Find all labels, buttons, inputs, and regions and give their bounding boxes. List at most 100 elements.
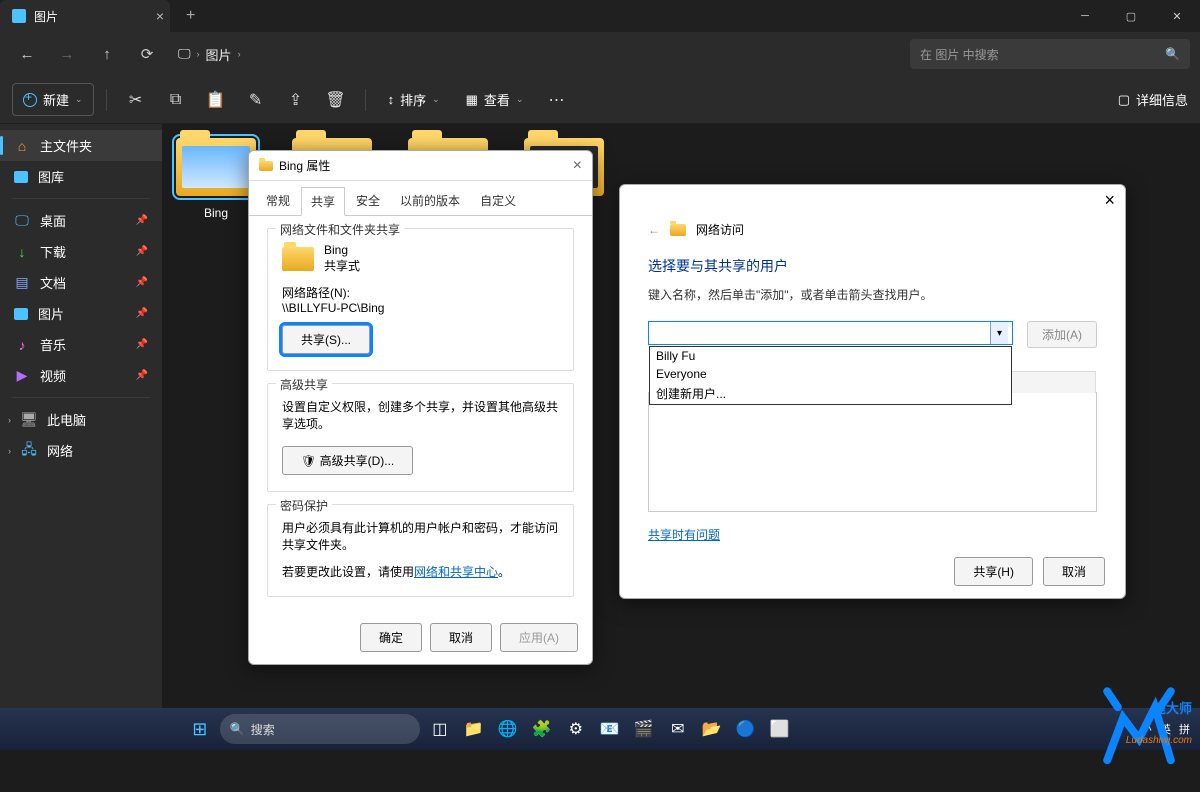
user-listbox[interactable]	[648, 392, 1097, 512]
cancel-button[interactable]: 取消	[430, 623, 492, 652]
taskbar-app[interactable]: ✉	[664, 715, 692, 743]
sidebar-label: 网络	[47, 441, 73, 460]
tab-customize[interactable]: 自定义	[471, 187, 525, 215]
sidebar-item-desktop[interactable]: 🖵桌面📌	[0, 205, 162, 236]
add-button[interactable]: 添加(A)	[1027, 321, 1097, 348]
close-window-button[interactable]: ✕	[1154, 0, 1200, 32]
new-button[interactable]: 新建 ⌄	[12, 83, 94, 116]
taskbar-app[interactable]: 🎬	[630, 715, 658, 743]
copy-button[interactable]: ⧉	[159, 83, 193, 117]
more-button[interactable]: ⋯	[539, 83, 573, 117]
tab-security[interactable]: 安全	[347, 187, 389, 215]
dropdown-option[interactable]: 创建新用户...	[650, 383, 1011, 404]
system-tray[interactable]: ˄ 英 拼	[1146, 721, 1190, 737]
refresh-button[interactable]: ⟳	[130, 38, 164, 70]
share-button[interactable]: ⇪	[279, 83, 313, 117]
task-view-button[interactable]: ◫	[426, 715, 454, 743]
view-icon: ▦	[466, 92, 478, 108]
folder-icon	[282, 247, 314, 271]
section-title: 网络文件和文件夹共享	[276, 221, 404, 238]
view-label: 查看	[484, 90, 510, 109]
ok-button[interactable]: 确定	[360, 623, 422, 652]
dropdown-button[interactable]: ▾	[990, 322, 1008, 344]
sidebar-label: 音乐	[40, 335, 66, 354]
sidebar-item-videos[interactable]: ▶视频📌	[0, 360, 162, 391]
taskbar-app[interactable]: 🧩	[528, 715, 556, 743]
up-button[interactable]: ↑	[90, 38, 124, 70]
dialog-desc: 键入名称，然后单击"添加"，或者单击箭头查找用户。	[648, 286, 1097, 303]
close-icon[interactable]: ×	[573, 157, 582, 175]
back-button[interactable]: ←	[648, 223, 660, 237]
sidebar-item-documents[interactable]: ▤文档📌	[0, 267, 162, 298]
chevron-down-icon: ⌄	[516, 94, 524, 105]
taskbar-app[interactable]: 📁	[460, 715, 488, 743]
plus-icon	[23, 93, 37, 107]
dialog-titlebar[interactable]: Bing 属性 ×	[249, 151, 592, 181]
tray-chevron-icon[interactable]: ˄	[1146, 723, 1152, 735]
sidebar-item-downloads[interactable]: ↓下载📌	[0, 236, 162, 267]
sidebar-item-pictures[interactable]: 图片📌	[0, 298, 162, 329]
sidebar-item-gallery[interactable]: 图库	[0, 161, 162, 192]
browser-tab[interactable]: 图片 ×	[0, 0, 170, 32]
network-icon: 🖧	[21, 443, 37, 459]
taskbar-app[interactable]: ⬜	[766, 715, 794, 743]
breadcrumb-segment[interactable]: 图片	[206, 45, 232, 64]
dropdown-option[interactable]: Everyone	[650, 365, 1011, 383]
new-label: 新建	[43, 90, 69, 109]
share-button[interactable]: 共享(S)...	[282, 325, 370, 354]
advanced-share-button[interactable]: 🛡 高级共享(D)...	[282, 446, 413, 475]
paste-button[interactable]: 📋	[199, 83, 233, 117]
tab-label: 图片	[34, 8, 58, 25]
pin-icon: 📌	[136, 339, 148, 350]
taskbar-app[interactable]: 📂	[698, 715, 726, 743]
dropdown-option[interactable]: Billy Fu	[650, 347, 1011, 365]
close-icon[interactable]: ×	[1104, 190, 1115, 211]
start-button[interactable]: ⊞	[186, 715, 214, 743]
maximize-button[interactable]: ▢	[1108, 0, 1154, 32]
home-icon: ⌂	[14, 138, 30, 154]
ime-indicator[interactable]: 英	[1160, 721, 1171, 737]
apply-button[interactable]: 应用(A)	[500, 623, 578, 652]
properties-dialog: Bing 属性 × 常规 共享 安全 以前的版本 自定义 网络文件和文件夹共享 …	[248, 150, 593, 665]
taskbar-app[interactable]: ⚙	[562, 715, 590, 743]
taskbar-search[interactable]: 🔍搜索	[220, 714, 420, 744]
sidebar-item-thispc[interactable]: ›🖥此电脑	[0, 404, 162, 435]
tab-sharing[interactable]: 共享	[301, 187, 345, 216]
view-button[interactable]: ▦ 查看 ⌄	[456, 84, 534, 115]
sidebar-item-music[interactable]: ♪音乐📌	[0, 329, 162, 360]
forward-button[interactable]: →	[50, 38, 84, 70]
sort-button[interactable]: ↕ 排序 ⌄	[378, 84, 450, 115]
details-pane-button[interactable]: ▢ 详细信息	[1118, 90, 1188, 109]
chevron-down-icon: ⌄	[432, 94, 440, 105]
cancel-button[interactable]: 取消	[1043, 557, 1105, 586]
network-center-link[interactable]: 网络和共享中心	[414, 565, 498, 579]
folder-item[interactable]: Bing	[176, 138, 256, 220]
user-input[interactable]	[653, 326, 990, 340]
taskbar-app[interactable]: 📧	[596, 715, 624, 743]
close-tab-icon[interactable]: ×	[156, 8, 164, 24]
netpath-label: 网络路径(N):	[282, 284, 559, 301]
details-label: 详细信息	[1136, 90, 1188, 109]
taskbar-app[interactable]: 🔵	[732, 715, 760, 743]
ime-indicator[interactable]: 拼	[1179, 721, 1190, 737]
rename-button[interactable]: ✎	[239, 83, 273, 117]
breadcrumb[interactable]: 🖵 › 图片 ›	[178, 45, 241, 64]
sidebar-item-home[interactable]: ⌂主文件夹	[0, 130, 162, 161]
new-tab-button[interactable]: +	[178, 7, 203, 25]
back-button[interactable]: ←	[10, 38, 44, 70]
desktop-icon: 🖵	[14, 213, 30, 229]
pin-icon: 📌	[136, 246, 148, 257]
delete-button[interactable]: 🗑	[319, 83, 353, 117]
sidebar-label: 图片	[38, 304, 64, 323]
cut-button[interactable]: ✂	[119, 83, 153, 117]
search-input[interactable]: 在 图片 中搜索 🔍	[910, 39, 1190, 69]
tab-general[interactable]: 常规	[257, 187, 299, 215]
tab-previous[interactable]: 以前的版本	[391, 187, 469, 215]
help-link[interactable]: 共享时有问题	[648, 528, 720, 542]
minimize-button[interactable]: ─	[1062, 0, 1108, 32]
sidebar-item-network[interactable]: ›🖧网络	[0, 435, 162, 466]
taskbar-app[interactable]: 🌐	[494, 715, 522, 743]
user-combobox[interactable]: ▾ Billy Fu Everyone 创建新用户...	[648, 321, 1013, 345]
share-confirm-button[interactable]: 共享(H)	[954, 557, 1033, 586]
shield-icon: 🛡	[301, 454, 316, 468]
